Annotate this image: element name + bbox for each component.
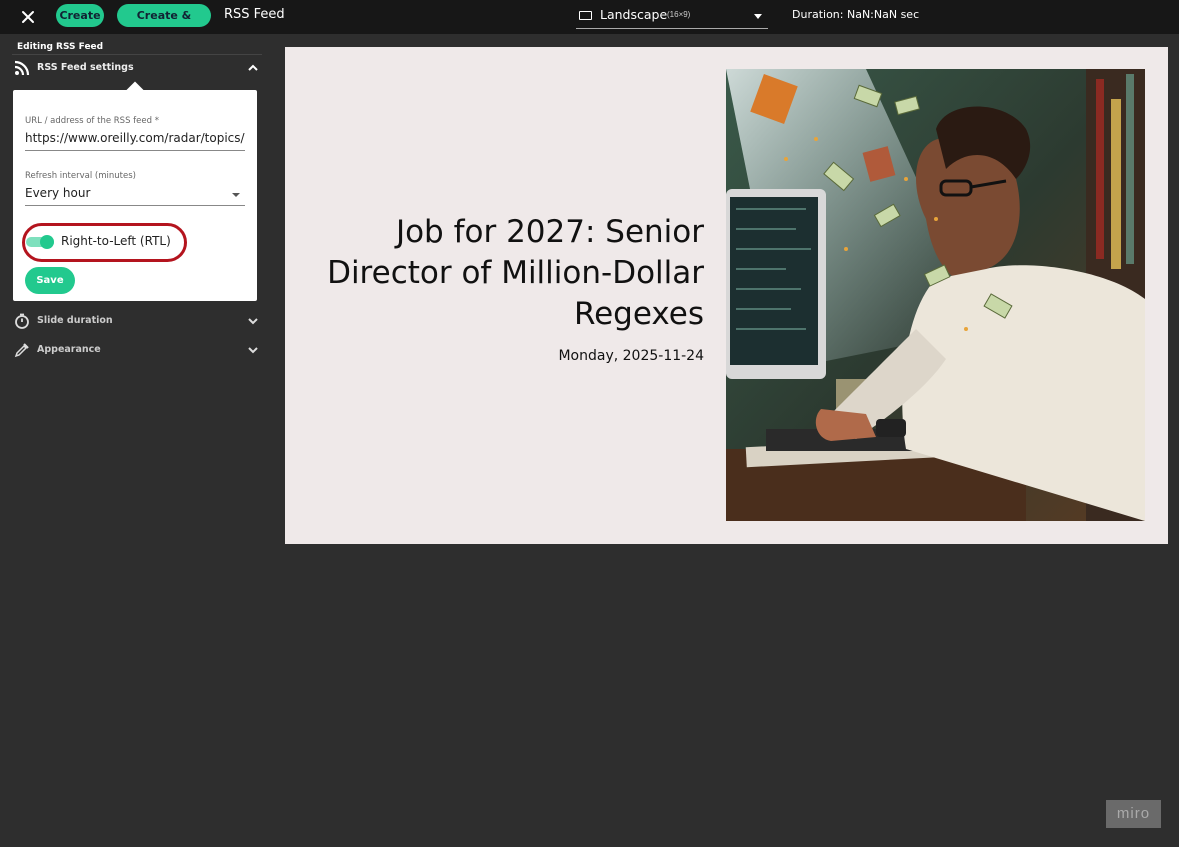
section-label: Slide duration <box>37 315 113 326</box>
chevron-up-icon <box>248 64 258 71</box>
orientation-select[interactable]: Landscape (16×9) <box>576 3 768 29</box>
orientation-ratio: (16×9) <box>667 10 691 19</box>
article-headline: Job for 2027: Senior Director of Million… <box>327 214 704 332</box>
rss-icon <box>14 60 30 76</box>
rtl-label: Right-to-Left (RTL) <box>61 234 171 248</box>
miro-watermark: miro <box>1106 800 1161 828</box>
section-rss-settings[interactable]: RSS Feed settings <box>14 58 259 80</box>
caret-down-icon <box>232 193 240 197</box>
url-input[interactable]: https://www.oreilly.com/radar/topics/ai <box>25 129 245 151</box>
toggle-knob <box>40 235 54 249</box>
top-bar: Create Create & Publish RSS Feed Landsca… <box>0 0 1179 45</box>
app-title: RSS Feed <box>224 7 285 22</box>
caret-down-icon <box>754 14 762 19</box>
rss-settings-panel: URL / address of the RSS feed * https://… <box>13 81 257 301</box>
timer-icon <box>15 313 29 329</box>
slide-preview: Job for 2027: Senior Director of Million… <box>285 47 1168 544</box>
section-label: RSS Feed settings <box>37 62 134 73</box>
rtl-toggle[interactable] <box>26 235 56 249</box>
interval-select[interactable]: Every hour <box>25 184 245 206</box>
url-label: URL / address of the RSS feed * <box>25 116 159 126</box>
duration-text: Duration: NaN:NaN sec <box>792 8 920 21</box>
close-icon <box>22 11 34 23</box>
chevron-down-icon <box>248 318 258 325</box>
sidebar-heading: Editing RSS Feed <box>17 42 104 52</box>
panel-notch <box>126 81 144 99</box>
section-label: Appearance <box>37 344 101 355</box>
illustration-man-at-computer <box>726 69 1145 521</box>
sidebar: Editing RSS Feed RSS Feed settings URL /… <box>0 34 270 847</box>
interval-value: Every hour <box>25 186 91 200</box>
close-button[interactable] <box>16 5 40 29</box>
create-publish-button[interactable]: Create & Publish <box>117 4 211 45</box>
interval-label: Refresh interval (minutes) <box>25 171 136 181</box>
article-date: Monday, 2025-11-24 <box>558 348 704 364</box>
section-slide-duration[interactable]: Slide duration <box>14 311 259 333</box>
divider <box>12 54 262 55</box>
create-button[interactable]: Create <box>56 4 104 27</box>
eyedropper-icon <box>14 343 29 358</box>
chevron-down-icon <box>248 347 258 354</box>
landscape-icon <box>579 11 592 20</box>
save-button[interactable]: Save <box>25 267 75 294</box>
section-appearance[interactable]: Appearance <box>14 340 259 362</box>
orientation-label: Landscape <box>600 7 668 22</box>
article-image <box>726 69 1145 521</box>
